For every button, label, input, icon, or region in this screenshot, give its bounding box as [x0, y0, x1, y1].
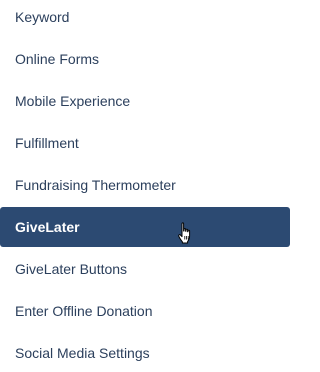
menu-item-givelater[interactable]: GiveLater [0, 207, 290, 247]
menu-item-givelater-buttons[interactable]: GiveLater Buttons [0, 249, 290, 289]
menu-item-label: GiveLater Buttons [15, 261, 128, 277]
menu-item-fundraising-thermometer[interactable]: Fundraising Thermometer [0, 165, 290, 205]
menu-item-enter-offline-donation[interactable]: Enter Offline Donation [0, 291, 290, 331]
menu-item-label: Online Forms [15, 51, 100, 67]
menu-item-label: Fulfillment [15, 135, 79, 151]
menu-item-online-forms[interactable]: Online Forms [0, 39, 290, 79]
menu-item-label: Social Media Settings [15, 345, 150, 361]
settings-menu: Keyword Online Forms Mobile Experience F… [0, 0, 290, 372]
menu-item-label: Enter Offline Donation [15, 303, 153, 319]
menu-item-label: GiveLater [15, 219, 80, 235]
menu-item-keyword[interactable]: Keyword [0, 0, 290, 37]
menu-item-label: Mobile Experience [15, 93, 131, 109]
menu-item-fulfillment[interactable]: Fulfillment [0, 123, 290, 163]
menu-item-label: Fundraising Thermometer [15, 177, 176, 193]
menu-item-mobile-experience[interactable]: Mobile Experience [0, 81, 290, 121]
menu-item-social-media-settings[interactable]: Social Media Settings [0, 333, 290, 372]
menu-item-label: Keyword [15, 9, 70, 25]
